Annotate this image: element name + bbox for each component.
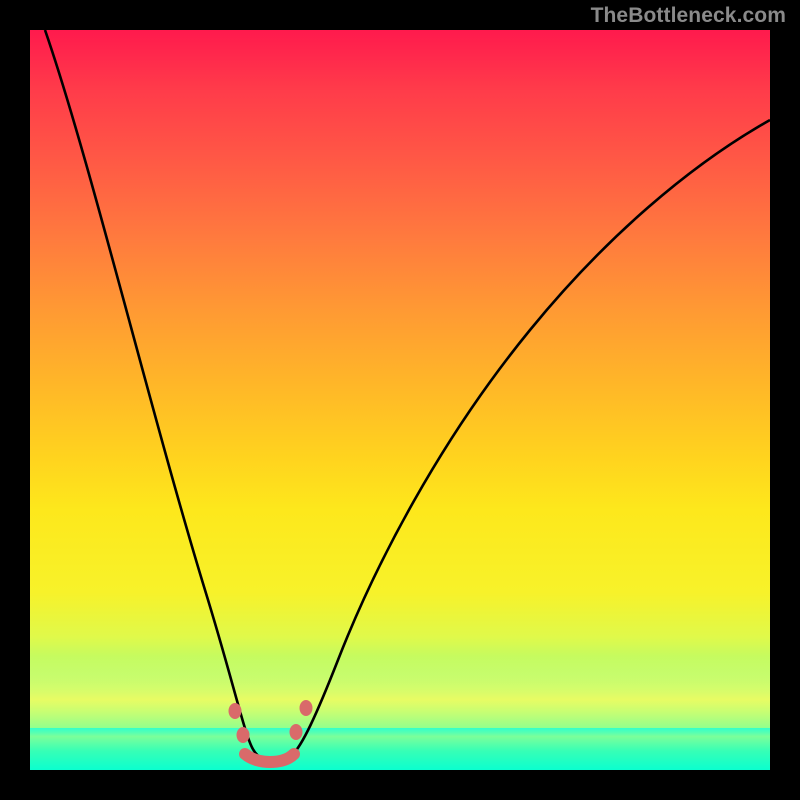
attribution-text: TheBottleneck.com xyxy=(591,4,786,28)
bump-right-a xyxy=(290,724,303,740)
bump-right-b xyxy=(300,700,313,716)
bottleneck-curve xyxy=(45,30,770,760)
chart-svg xyxy=(30,30,770,770)
trough-band xyxy=(245,754,294,762)
markers xyxy=(229,700,313,743)
frame: TheBottleneck.com xyxy=(0,0,800,800)
bump-left-a xyxy=(229,703,242,719)
plot-area xyxy=(30,30,770,770)
bump-left-b xyxy=(237,727,250,743)
